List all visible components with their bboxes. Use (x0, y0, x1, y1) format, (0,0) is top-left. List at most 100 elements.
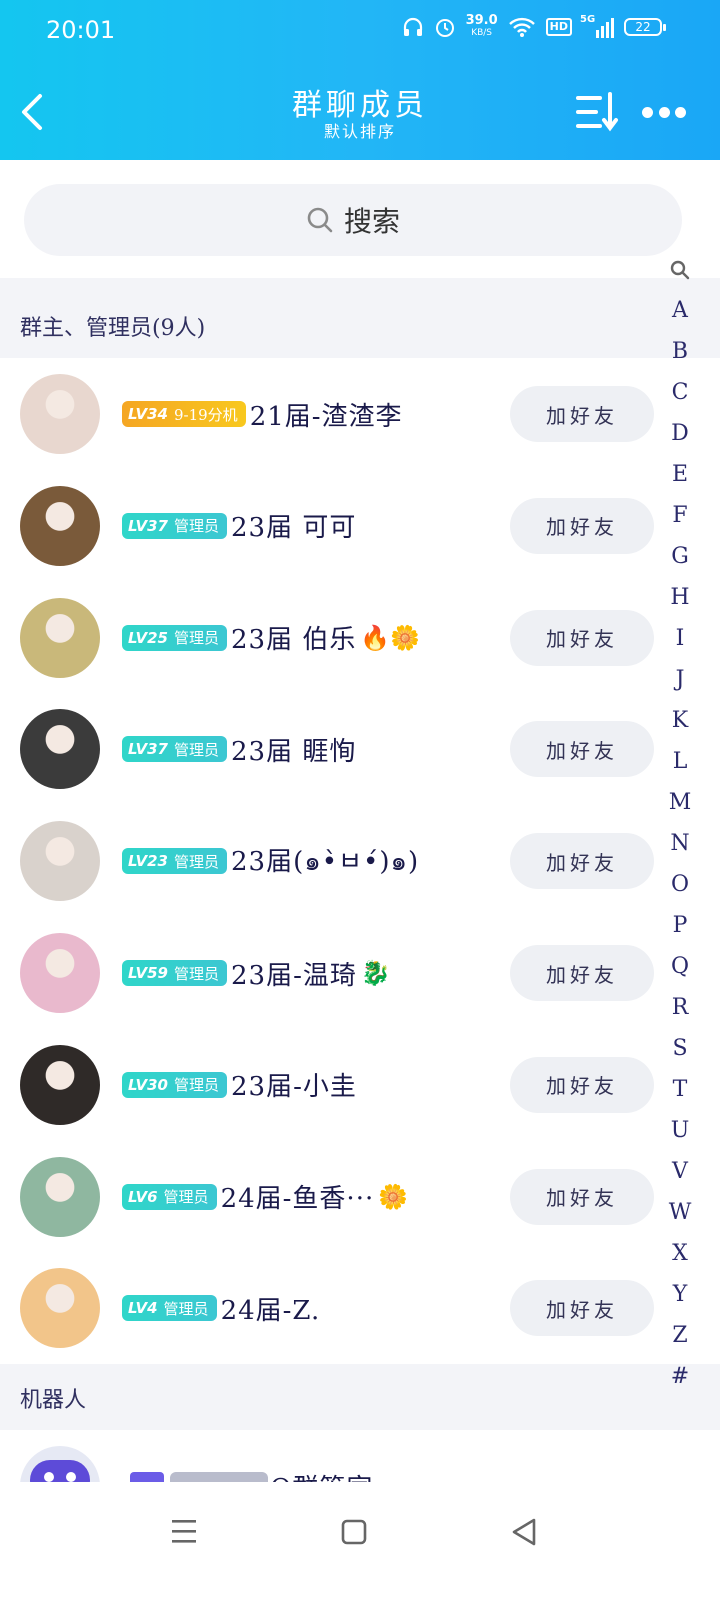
index-search-icon[interactable] (670, 260, 690, 280)
avatar[interactable] (20, 1156, 100, 1237)
index-letter[interactable]: M (664, 790, 696, 815)
level-badge: LV25 管理员 (122, 624, 227, 651)
headphone-icon (403, 17, 422, 36)
role-text: 管理员 (163, 1299, 209, 1318)
index-letter[interactable]: V (664, 1159, 696, 1184)
index-letter[interactable]: W (664, 1200, 696, 1225)
avatar[interactable] (20, 933, 100, 1013)
net-speed: 39.0 KB/S (465, 13, 498, 38)
member-row[interactable]: LV37 管理员 23届 可可 加好友 (0, 470, 660, 582)
system-nav-bar (0, 1482, 720, 1600)
index-letter[interactable]: L (664, 749, 696, 774)
member-name-line: LV4 管理员 24届-Z. (122, 1282, 324, 1334)
member-row[interactable]: LV30 管理员 23届-小圭 加好友 (0, 1029, 660, 1141)
index-letter[interactable]: H (664, 585, 696, 610)
level-text: LV25 (128, 628, 168, 647)
avatar[interactable] (20, 1268, 100, 1349)
add-friend-button[interactable]: 加好友 (510, 497, 654, 554)
index-letter[interactable]: I (664, 626, 696, 651)
back-nav-icon[interactable] (504, 1512, 544, 1552)
member-name-line: LV37 管理员 23届 可可 (122, 500, 360, 552)
add-friend-button[interactable]: 加好友 (510, 833, 654, 890)
avatar[interactable] (20, 485, 100, 566)
search-placeholder: 搜索 (343, 205, 400, 238)
level-badge: LV23 管理员 (122, 848, 227, 875)
member-row[interactable]: LV37 管理员 23届 睚恂 加好友 (0, 693, 660, 805)
index-letter[interactable]: X (664, 1241, 696, 1266)
member-name-line: LV34 9-19分机 21届-渣渣李 (122, 388, 407, 440)
add-friend-button[interactable]: 加好友 (510, 1056, 654, 1113)
member-name-line: LV37 管理员 23届 睚恂 (122, 723, 360, 775)
add-friend-button[interactable]: 加好友 (510, 721, 654, 778)
alphabet-index[interactable]: A B C D E F G H I J K L M N O P Q R S T U V W X Y Z # (664, 256, 696, 1396)
index-letter[interactable]: F (664, 503, 696, 528)
level-badge: LV59 管理员 (122, 960, 227, 986)
member-row[interactable]: LV34 9-19分机 21届-渣渣李 加好友 (0, 358, 660, 470)
section-bots: 机器人 (0, 1364, 720, 1430)
index-letter[interactable]: N (664, 831, 696, 856)
index-letter[interactable]: Y (664, 1282, 696, 1307)
member-row[interactable]: LV59 管理员 23届-温琦 🐉 加好友 (0, 917, 660, 1029)
member-name: 23届 睚恂 (231, 736, 357, 767)
search-input[interactable]: 搜索 (24, 184, 682, 256)
home-icon[interactable] (334, 1512, 374, 1552)
member-row[interactable]: LV6 管理员 24届-鱼香··· 🌼 加好友 (0, 1141, 660, 1253)
alarm-icon (435, 19, 454, 37)
avatar[interactable] (20, 374, 100, 454)
more-options-icon[interactable] (642, 104, 686, 120)
index-letter[interactable]: K (664, 708, 696, 733)
add-friend-button[interactable]: 加好友 (510, 1280, 654, 1337)
index-letter[interactable]: E (664, 462, 696, 487)
role-text: 管理员 (173, 629, 219, 648)
index-letter[interactable]: Z (664, 1323, 696, 1348)
avatar[interactable] (20, 709, 100, 790)
member-row[interactable]: LV25 管理员 23届 伯乐 🔥🌼 加好友 (0, 582, 660, 694)
index-letter[interactable]: # (664, 1364, 696, 1389)
section-admins-label: 群主、管理员(9人) (20, 316, 206, 341)
status-time: 20:01 (46, 16, 116, 44)
member-name: 24届-Z. (220, 1295, 321, 1326)
section-admins: 群主、管理员(9人) (0, 278, 720, 358)
hd-badge: HD (545, 18, 572, 36)
level-badge: LV34 9-19分机 (122, 401, 246, 427)
nav-bar: 群聊成员 默认排序 (0, 64, 720, 160)
member-emoji: 🔥🌼 (360, 623, 421, 652)
battery-indicator: 22 (624, 18, 666, 36)
add-friend-button[interactable]: 加好友 (510, 945, 654, 1001)
member-row[interactable]: LV23 管理员 23届(๑•̀ㅂ•́)๑) 加好友 (0, 805, 660, 917)
bot-avatar (20, 1446, 100, 1482)
index-letter[interactable]: G (664, 544, 696, 569)
add-friend-button[interactable]: 加好友 (510, 386, 654, 442)
avatar[interactable] (20, 597, 100, 678)
add-friend-button[interactable]: 加好友 (510, 1168, 654, 1225)
index-letter[interactable]: U (664, 1118, 696, 1143)
role-text: 管理员 (173, 1076, 219, 1095)
role-text: 管理员 (163, 1188, 209, 1207)
member-row[interactable]: LV4 管理员 24届-Z. 加好友 (0, 1252, 660, 1364)
section-bots-label: 机器人 (20, 1388, 87, 1413)
index-letter[interactable]: R (664, 995, 696, 1020)
member-name: 23届-小圭 (231, 1072, 357, 1103)
index-letter[interactable]: A (664, 298, 696, 323)
index-letter[interactable]: Q (664, 954, 696, 979)
level-badge: LV30 管理员 (122, 1071, 227, 1098)
menu-icon[interactable] (164, 1512, 204, 1552)
index-letter[interactable]: B (664, 339, 696, 364)
add-friend-button[interactable]: 加好友 (510, 609, 654, 666)
index-letter[interactable]: J (664, 667, 696, 692)
index-letter[interactable]: T (664, 1077, 696, 1102)
role-text: 9-19分机 (173, 405, 238, 424)
index-letter[interactable]: S (664, 1036, 696, 1061)
index-letter[interactable]: C (664, 380, 696, 405)
member-name: 24届-鱼香··· (220, 1184, 375, 1215)
index-letter[interactable]: D (664, 421, 696, 446)
avatar[interactable] (20, 1044, 100, 1125)
index-letter[interactable]: P (664, 913, 696, 938)
sort-icon[interactable] (574, 92, 620, 132)
member-name-line: LV23 管理员 23届(๑•̀ㅂ•́)๑) (122, 835, 423, 887)
index-letter[interactable]: O (664, 872, 696, 897)
level-text: LV30 (128, 1075, 168, 1094)
bot-row[interactable]: Q群管家 (0, 1432, 660, 1482)
avatar[interactable] (20, 821, 100, 902)
member-name-line: LV6 管理员 24届-鱼香··· 🌼 (122, 1171, 408, 1223)
